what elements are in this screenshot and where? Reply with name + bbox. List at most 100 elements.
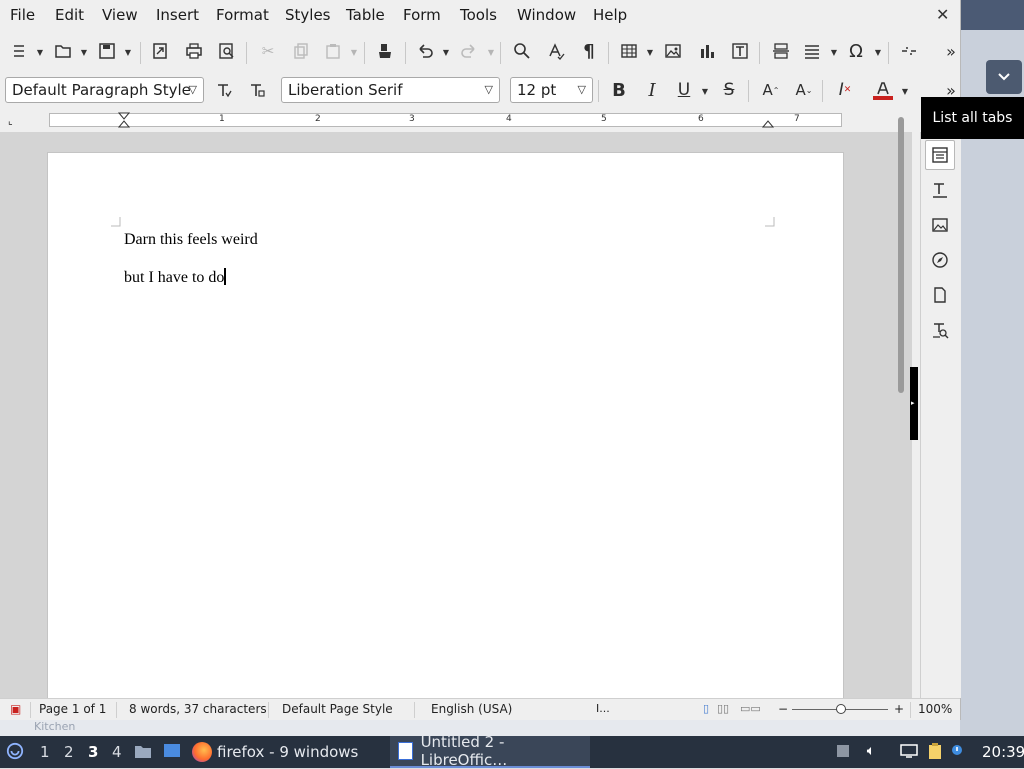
clone-formatting-icon[interactable] xyxy=(374,40,396,62)
copy-icon[interactable] xyxy=(290,40,312,62)
menu-insert[interactable]: Insert xyxy=(156,6,199,24)
superscript-icon[interactable]: A ⌃ xyxy=(760,79,782,101)
chevron-down-icon[interactable]: ▼ xyxy=(350,48,358,57)
chevron-down-icon[interactable] xyxy=(986,60,1022,94)
paragraph[interactable]: but I have to do xyxy=(124,268,227,287)
insert-field-icon[interactable] xyxy=(801,40,823,62)
menu-tools[interactable]: Tools xyxy=(460,6,497,24)
open-folder-icon[interactable] xyxy=(52,40,74,62)
app-menu-icon[interactable] xyxy=(6,742,24,760)
insert-chart-icon[interactable] xyxy=(696,40,718,62)
menu-view[interactable]: View xyxy=(102,6,138,24)
left-indent-marker[interactable] xyxy=(118,112,130,128)
tab-stop-type-icon[interactable]: ⌞ xyxy=(8,116,13,127)
workspace-4[interactable]: 4 xyxy=(112,743,122,761)
close-document-icon[interactable]: ✕ xyxy=(936,5,949,24)
workspace-1[interactable]: 1 xyxy=(40,743,50,761)
clear-formatting-icon[interactable]: I ✕ xyxy=(834,79,856,101)
horizontal-ruler[interactable]: 1 2 3 4 5 6 7 xyxy=(49,112,842,128)
bold-icon[interactable]: B xyxy=(608,79,630,101)
word-count[interactable]: 8 words, 37 characters xyxy=(129,702,267,716)
file-manager-icon[interactable] xyxy=(134,742,152,760)
chevron-down-icon[interactable]: ▼ xyxy=(80,48,88,57)
chevron-down-icon[interactable]: ▼ xyxy=(442,48,450,57)
menu-format[interactable]: Format xyxy=(216,6,269,24)
save-icon[interactable] xyxy=(96,40,118,62)
zoom-percent[interactable]: 100% xyxy=(918,702,952,716)
scrollbar-thumb[interactable] xyxy=(898,117,904,393)
special-character-icon[interactable]: Ω xyxy=(845,40,867,62)
workspace-2[interactable]: 2 xyxy=(64,743,74,761)
hyperlink-icon[interactable] xyxy=(898,40,920,62)
network-icon[interactable] xyxy=(950,742,968,760)
italic-icon[interactable]: I xyxy=(641,79,663,101)
chevron-down-icon[interactable]: ▼ xyxy=(36,48,44,57)
insert-textbox-icon[interactable] xyxy=(729,40,751,62)
updates-icon[interactable] xyxy=(834,742,852,760)
paste-icon[interactable] xyxy=(322,40,344,62)
menu-edit[interactable]: Edit xyxy=(55,6,84,24)
workspace-3[interactable]: 3 xyxy=(88,743,98,761)
right-indent-marker[interactable] xyxy=(762,118,774,128)
cut-icon[interactable]: ✂ xyxy=(257,40,279,62)
menu-file[interactable]: File xyxy=(10,6,35,24)
print-icon[interactable] xyxy=(183,40,205,62)
new-style-icon[interactable] xyxy=(246,79,268,101)
document-modified-icon[interactable]: ▣ xyxy=(10,702,21,716)
print-preview-icon[interactable] xyxy=(216,40,238,62)
page-icon[interactable] xyxy=(925,280,955,310)
zoom-slider-knob[interactable] xyxy=(836,704,846,714)
insert-table-icon[interactable] xyxy=(618,40,640,62)
font-name-select[interactable]: Liberation Serif ▽ xyxy=(281,77,500,103)
sidebar-deck-handle[interactable]: ▸ xyxy=(910,367,918,440)
zoom-out-button[interactable]: − xyxy=(778,702,788,716)
find-replace-icon[interactable] xyxy=(511,40,533,62)
language[interactable]: English (USA) xyxy=(431,702,512,716)
menu-styles[interactable]: Styles xyxy=(285,6,331,24)
properties-icon[interactable] xyxy=(925,140,955,170)
style-inspector-icon[interactable] xyxy=(925,315,955,345)
navigator-icon[interactable] xyxy=(925,245,955,275)
taskbar-firefox[interactable]: firefox - 9 windows xyxy=(192,736,364,768)
update-style-icon[interactable] xyxy=(213,79,235,101)
menu-help[interactable]: Help xyxy=(593,6,627,24)
taskbar-libreoffice[interactable]: Untitled 2 - LibreOffic… xyxy=(390,733,590,769)
paragraph[interactable]: Darn this feels weird xyxy=(124,231,258,249)
volume-icon[interactable]: 🔈︎ xyxy=(862,742,880,760)
menu-table[interactable]: Table xyxy=(346,6,385,24)
clipboard-icon[interactable] xyxy=(926,742,944,760)
chevron-down-icon[interactable]: ▼ xyxy=(701,87,709,96)
page-count[interactable]: Page 1 of 1 xyxy=(39,702,106,716)
more-icon[interactable]: » xyxy=(940,40,962,62)
page-style[interactable]: Default Page Style xyxy=(282,702,393,716)
insert-image-icon[interactable] xyxy=(662,40,684,62)
sidebar-toggle-icon[interactable] xyxy=(10,40,32,62)
display-icon[interactable] xyxy=(900,742,918,760)
multi-page-view-icon[interactable]: ▯▯ xyxy=(717,702,729,715)
vertical-scrollbar[interactable] xyxy=(896,115,906,691)
font-size-select[interactable]: 12 pt ▽ xyxy=(510,77,593,103)
chevron-down-icon[interactable]: ▼ xyxy=(830,48,838,57)
chevron-down-icon[interactable]: ▼ xyxy=(874,48,882,57)
clock[interactable]: 20:39 xyxy=(982,743,1024,761)
document-page[interactable]: Darn this feels weird but I have to do xyxy=(47,152,844,698)
single-page-view-icon[interactable]: ▯ xyxy=(703,702,709,715)
chevron-down-icon[interactable]: ▼ xyxy=(487,48,495,57)
zoom-in-button[interactable]: + xyxy=(894,702,904,716)
paragraph-style-select[interactable]: Default Paragraph Style ▽ xyxy=(5,77,204,103)
styles-icon[interactable] xyxy=(925,175,955,205)
underline-icon[interactable]: U xyxy=(673,79,695,101)
spelling-icon[interactable] xyxy=(545,40,567,62)
undo-icon[interactable] xyxy=(414,40,436,62)
redo-icon[interactable] xyxy=(458,40,480,62)
page-break-icon[interactable] xyxy=(770,40,792,62)
chevron-down-icon[interactable]: ▼ xyxy=(646,48,654,57)
export-pdf-icon[interactable] xyxy=(149,40,171,62)
font-color-icon[interactable] xyxy=(872,79,894,101)
chevron-down-icon[interactable]: ▼ xyxy=(124,48,132,57)
strikethrough-icon[interactable]: S xyxy=(718,79,740,101)
book-view-icon[interactable]: ▭▭ xyxy=(740,702,761,715)
menu-form[interactable]: Form xyxy=(403,6,441,24)
chevron-down-icon[interactable]: ▼ xyxy=(901,87,909,96)
show-desktop-icon[interactable] xyxy=(163,742,181,760)
